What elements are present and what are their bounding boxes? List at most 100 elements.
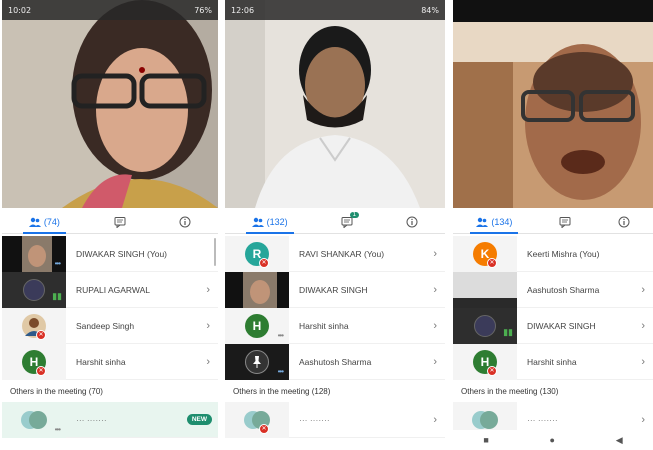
main-video-feed — [453, 22, 653, 208]
tab-people[interactable]: (132) — [245, 210, 294, 234]
participant-row[interactable]: ▮▮ DIWAKAR SINGH › — [453, 307, 653, 344]
others-section-header: Others in the meeting (128) — [233, 386, 331, 396]
chevron-right-icon[interactable]: › — [641, 320, 645, 332]
chevron-right-icon[interactable]: › — [433, 320, 437, 332]
chevron-right-icon[interactable]: › — [206, 320, 210, 332]
pin-icon — [245, 349, 269, 374]
main-video-feed — [225, 0, 445, 208]
participant-row[interactable]: ✕ ··· ······· › — [225, 401, 445, 438]
participant-tabbar: (74) — [2, 210, 218, 234]
people-count: (134) — [491, 216, 513, 227]
people-count: (74) — [43, 216, 60, 227]
chevron-right-icon[interactable]: › — [641, 356, 645, 368]
participant-avatar-cell: ✕ — [2, 307, 66, 344]
avatar: H — [245, 313, 269, 338]
participant-row[interactable]: ▮▮ RUPALI AGARWAL › — [2, 271, 218, 308]
participant-name: RAVI SHANKAR (You) — [299, 248, 385, 259]
chevron-right-icon[interactable]: › — [206, 356, 210, 368]
participant-row[interactable]: ••• Aashutosh Sharma › — [225, 343, 445, 380]
participant-name: Harshit sinha — [527, 356, 577, 367]
chevron-right-icon[interactable]: › — [206, 284, 210, 296]
participant-name: RUPALI AGARWAL — [76, 284, 151, 295]
muted-mic-icon: ✕ — [36, 365, 46, 376]
participant-row[interactable]: H ••• Harshit sinha › — [225, 307, 445, 344]
phone-screen-3: (134) K ✕ Keerti Mishra (You) Aashutosh … — [453, 0, 653, 450]
status-bar — [453, 0, 653, 22]
recents-icon[interactable]: ■ — [483, 435, 488, 445]
info-icon — [618, 216, 630, 227]
status-bar: 10:02 76% — [2, 0, 218, 20]
more-dots-icon: ••• — [277, 366, 284, 376]
participant-row[interactable]: ✕ Sandeep Singh › — [2, 307, 218, 344]
more-dots-icon: ••• — [277, 330, 284, 340]
participant-avatar-cell: H ✕ — [2, 343, 66, 380]
participant-avatar-cell: ••• — [225, 343, 289, 380]
tab-info[interactable] — [173, 210, 197, 234]
avatar — [21, 410, 47, 429]
tab-chat[interactable] — [553, 210, 577, 234]
participant-row[interactable]: H ✕ Harshit sinha › — [2, 343, 218, 380]
tab-info[interactable] — [612, 210, 636, 234]
chat-icon — [559, 216, 571, 228]
participant-list: K ✕ Keerti Mishra (You) Aashutosh Sharma… — [453, 235, 653, 438]
tab-info[interactable] — [400, 210, 424, 234]
participant-name: Harshit sinha — [299, 320, 349, 331]
back-icon[interactable]: ◀ — [616, 435, 623, 446]
participant-row[interactable]: K ✕ Keerti Mishra (You) — [453, 235, 653, 272]
participant-name: Aashutosh Sharma — [527, 284, 600, 295]
more-dots-icon: ••• — [54, 424, 61, 434]
participant-avatar-cell: ••• — [2, 401, 66, 438]
participant-list: R ✕ RAVI SHANKAR (You) › DIWAKAR SINGH ›… — [225, 235, 445, 438]
participant-name-garbled: ··· ······· — [76, 414, 107, 425]
participant-row[interactable]: Aashutosh Sharma › — [453, 271, 653, 308]
participant-avatar-cell: H ✕ — [453, 343, 517, 380]
android-nav-bar: ■ ● ◀ — [453, 430, 653, 450]
tab-chat[interactable] — [108, 210, 132, 234]
participant-avatar-cell: R ✕ — [225, 235, 289, 272]
participant-avatar-cell: K ✕ — [453, 235, 517, 272]
new-badge: NEW — [186, 414, 212, 425]
participant-row[interactable]: DIWAKAR SINGH › — [225, 271, 445, 308]
participant-name: DIWAKAR SINGH — [527, 320, 596, 331]
participant-name: Aashutosh Sharma — [299, 356, 372, 367]
chevron-right-icon[interactable]: › — [641, 284, 645, 296]
info-icon — [179, 216, 191, 227]
participant-video-thumb: ••• — [2, 235, 66, 272]
participant-name: Sandeep Singh — [76, 320, 135, 331]
home-icon[interactable]: ● — [550, 435, 555, 445]
tab-people[interactable]: (134) — [470, 210, 519, 234]
participant-video-thumb — [453, 271, 517, 308]
participant-list: ••• DIWAKAR SINGH (You) ▮▮ RUPALI AGARWA… — [2, 235, 218, 438]
participant-video-thumb: ▮▮ — [2, 271, 66, 308]
participant-video-thumb: ▮▮ — [453, 307, 517, 344]
chevron-right-icon[interactable]: › — [433, 356, 437, 368]
participant-tabbar: (132) 1 — [225, 210, 445, 234]
status-time: 12:06 — [231, 5, 255, 15]
participant-row[interactable]: ••• DIWAKAR SINGH (You) — [2, 235, 218, 272]
chevron-right-icon[interactable]: › — [433, 414, 437, 426]
chat-icon — [114, 216, 125, 228]
participant-row[interactable]: H ✕ Harshit sinha › — [453, 343, 653, 380]
muted-mic-icon: ✕ — [259, 257, 269, 268]
people-count: (132) — [266, 216, 288, 227]
chevron-right-icon[interactable]: › — [641, 414, 645, 426]
battery-level: 76% — [194, 5, 212, 15]
people-icon — [28, 217, 41, 227]
tab-people[interactable]: (74) — [22, 210, 66, 234]
participant-row[interactable]: R ✕ RAVI SHANKAR (You) › — [225, 235, 445, 272]
tab-chat[interactable]: 1 — [335, 210, 359, 234]
participant-tabbar: (134) — [453, 210, 653, 234]
participant-name-garbled: ··· ······· — [299, 414, 330, 425]
muted-mic-icon: ✕ — [259, 423, 269, 434]
avatar — [474, 314, 496, 337]
info-icon — [406, 216, 418, 227]
chevron-right-icon[interactable]: › — [433, 284, 437, 296]
participant-avatar-cell: ✕ — [225, 401, 289, 438]
participant-row[interactable]: ••• ··· ······· NEW — [2, 401, 218, 438]
status-time: 10:02 — [8, 5, 32, 15]
others-section-header: Others in the meeting (130) — [461, 386, 559, 396]
chat-unread-badge: 1 — [349, 211, 359, 218]
chevron-right-icon[interactable]: › — [433, 248, 437, 260]
participant-avatar-cell: H ••• — [225, 307, 289, 344]
status-bar: 12:06 84% — [225, 0, 445, 20]
